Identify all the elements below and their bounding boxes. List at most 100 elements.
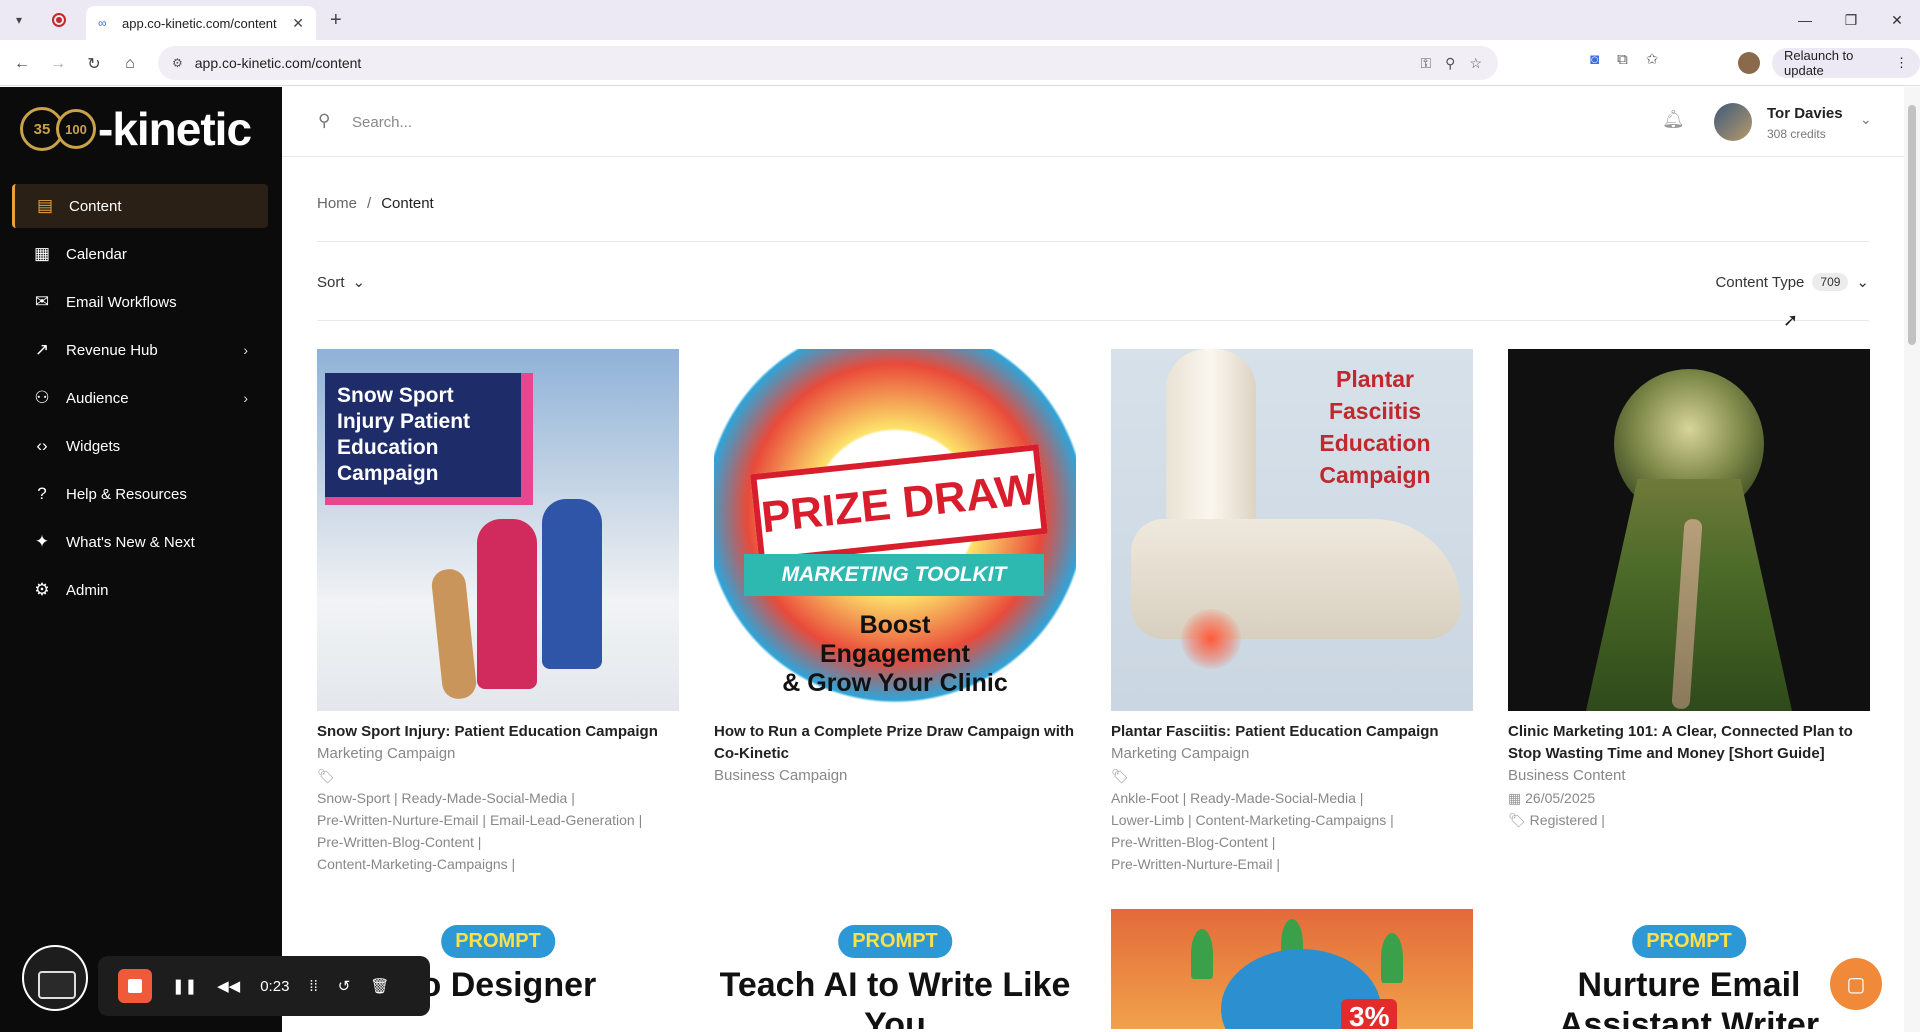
prompt-badge: PROMPT [441,925,555,958]
browser-tabbar: ▾ ∞ app.co-kinetic.com/content ✕ + — ❐ ✕ [0,0,1920,40]
search-icon: ⚲ [318,111,331,130]
breadcrumb-home[interactable]: Home [317,195,357,212]
sidebar-item-label: Admin [66,581,109,599]
chevron-right-icon: › [243,390,248,406]
sort-label: Sort [317,273,345,291]
avatar[interactable] [1714,103,1752,141]
new-tab-icon[interactable]: + [330,9,342,32]
sidebar-item-audience[interactable]: ⚇ Audience › [12,376,268,420]
logo-badge-100: 100 [56,109,96,149]
snowboard-illustration [430,567,478,701]
grid-icon[interactable]: ⁞⁞ [309,978,317,995]
content-type-filter[interactable]: Content Type 709 ⌄ [1715,273,1869,291]
sidebar-item-label: Email Workflows [66,293,177,311]
stop-recording-button[interactable] [118,969,152,1003]
sidebar-item-label: Audience [66,389,129,407]
tab-close-icon[interactable]: ✕ [292,15,304,32]
calendar-icon: ▦ [33,244,51,263]
tab-search-chevron-icon[interactable]: ▾ [8,10,30,30]
card-tags: Pre-Written-Blog-Content | [1111,834,1276,850]
browser-profile-avatar[interactable] [1738,52,1760,74]
content-card[interactable]: Plantar Fasciitis Education Campaign Pla… [1111,349,1473,875]
card-title[interactable]: Clinic Marketing 101: A Clear, Connected… [1508,721,1870,765]
browser-toolbar: ← → ↻ ⌂ ⚙ app.co-kinetic.com/content ⚿ ⚲… [0,40,1920,86]
thumbnail-headline: Nurture Email Assistant Writer [1558,966,1820,1029]
sidebar-item-label: Revenue Hub [66,341,158,359]
sidebar-item-admin[interactable]: ⚙ Admin [12,568,268,612]
content-card[interactable]: PROMPT Nurture Email Assistant Writer [1508,909,1870,1029]
trash-icon[interactable]: 🗑︎ [370,977,389,995]
card-thumbnail[interactable]: 3% [1111,909,1473,1029]
camera-toggle-button[interactable] [22,945,88,1011]
sidebar-item-email-workflows[interactable]: ✉ Email Workflows [12,280,268,324]
back-icon[interactable]: ← [10,52,34,76]
close-window-icon[interactable]: ✕ [1874,0,1920,40]
extensions-puzzle-icon[interactable]: ⧉ [1617,51,1628,68]
reload-icon[interactable]: ↻ [82,52,106,76]
thumbnail-subtext: Boost Engagement & Grow Your Clinic [714,611,1076,698]
mail-icon: ✉ [34,292,50,311]
tab-title: app.co-kinetic.com/content [122,15,277,31]
card-type: Marketing Campaign [317,745,456,762]
sidebar-item-what-s-new-next[interactable]: ✦ What's New & Next [12,520,268,564]
sidebar-item-widgets[interactable]: ‹› Widgets [12,424,268,468]
sidebar-item-help-resources[interactable]: ? Help & Resources [12,472,268,516]
site-info-icon[interactable]: ⚙ [172,56,183,70]
percent-badge: 3% [1341,999,1398,1029]
forward-icon[interactable]: → [46,52,70,76]
card-tags: Snow-Sport | Ready-Made-Social-Media | [317,790,575,806]
thumbnail-caption: Snow Sport Injury Patient Education Camp… [325,373,533,505]
card-thumbnail[interactable]: PRIZE DRAW MARKETING TOOLKIT Boost Engag… [714,349,1076,711]
bookmarks-icon[interactable]: ✩ [1646,50,1659,68]
minimize-icon[interactable]: — [1782,0,1828,40]
browser-tab[interactable]: ∞ app.co-kinetic.com/content ✕ [86,6,316,40]
card-title[interactable]: Snow Sport Injury: Patient Education Cam… [317,721,679,743]
bookmark-star-icon[interactable]: ☆ [1469,55,1482,72]
content-card[interactable]: PROMPT Teach AI to Write Like You [714,909,1076,1029]
chevron-down-icon[interactable]: ⌄ [1860,111,1872,128]
address-bar[interactable]: ⚙ app.co-kinetic.com/content ⚿ ⚲ ☆ [158,46,1498,80]
rewind-icon[interactable]: ◀◀ [217,977,240,995]
restore-icon[interactable]: ❐ [1828,0,1874,40]
relaunch-button[interactable]: Relaunch to update ⋮ [1772,48,1920,78]
content-type-label: Content Type [1715,273,1805,291]
scrollbar-thumb[interactable] [1908,105,1916,345]
content-card[interactable]: PRIZE DRAW MARKETING TOOLKIT Boost Engag… [714,349,1076,875]
pause-icon[interactable]: ❚❚ [172,977,197,995]
sort-dropdown[interactable]: Sort ⌄ [317,273,366,292]
content-card[interactable]: 3% [1111,909,1473,1029]
card-thumbnail[interactable] [1508,349,1870,711]
card-thumbnail[interactable]: PROMPT Nurture Email Assistant Writer [1508,909,1870,1029]
extension-app-icon[interactable]: ◙ [1590,51,1599,68]
co-kinetic-logo[interactable]: 35 100 -kinetic [20,103,252,155]
zoom-icon[interactable]: ⚲ [1445,55,1455,72]
card-type: Business Campaign [714,767,848,784]
content-card[interactable]: Snow Sport Injury Patient Education Camp… [317,349,679,875]
home-icon[interactable]: ⌂ [118,52,142,76]
restart-icon[interactable]: ↺ [338,977,351,995]
prompt-badge: PROMPT [838,925,952,958]
card-thumbnail[interactable]: PROMPT Teach AI to Write Like You [714,909,1076,1029]
search-input[interactable] [352,109,852,135]
sidebar-item-label: Help & Resources [66,485,187,503]
content-card[interactable]: Clinic Marketing 101: A Clear, Connected… [1508,349,1870,875]
card-title[interactable]: How to Run a Complete Prize Draw Campaig… [714,721,1076,765]
chat-launcher-button[interactable]: ▢ [1830,958,1882,1010]
content-grid: Snow Sport Injury Patient Education Camp… [317,349,1870,1029]
card-thumbnail[interactable]: Snow Sport Injury Patient Education Camp… [317,349,679,711]
chevron-down-icon: ⌄ [352,274,366,291]
card-title[interactable]: Plantar Fasciitis: Patient Education Cam… [1111,721,1473,743]
card-type: Business Content [1508,767,1626,784]
sidebar-item-revenue-hub[interactable]: ↗ Revenue Hub › [12,328,268,372]
user-name[interactable]: Tor Davies [1767,105,1843,122]
card-thumbnail[interactable]: Plantar Fasciitis Education Campaign [1111,349,1473,711]
scrollbar[interactable] [1904,87,1920,1032]
password-key-icon[interactable]: ⚿ [1421,55,1432,72]
sidebar-item-content[interactable]: ▤ Content [12,184,268,228]
sidebar-item-label: Widgets [66,437,121,455]
breadcrumb-separator: / [367,195,372,212]
bell-icon[interactable]: 🔔︎ [1662,109,1685,130]
sidebar-item-calendar[interactable]: ▦ Calendar [12,232,268,276]
more-menu-icon[interactable]: ⋮ [1895,55,1908,71]
relaunch-label: Relaunch to update [1784,48,1854,78]
